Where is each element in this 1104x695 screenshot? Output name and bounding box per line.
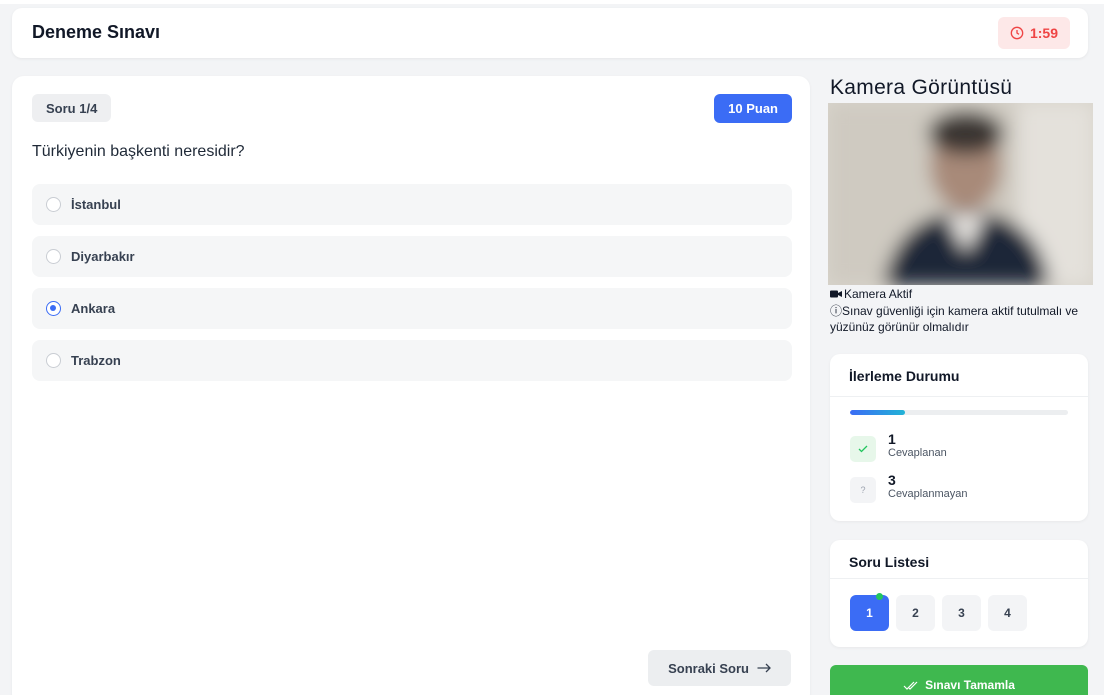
question-button-3[interactable]: 3: [942, 595, 981, 631]
option-label: İstanbul: [71, 197, 121, 212]
question-number: 3: [958, 606, 965, 620]
radio-button[interactable]: [46, 353, 61, 368]
finish-exam-label: Sınavı Tamamla: [925, 678, 1015, 692]
divider: [830, 396, 1088, 397]
unanswered-count: 3: [888, 472, 896, 488]
option-label: Diyarbakır: [71, 249, 135, 264]
camera-title: Kamera Görüntüsü: [830, 76, 1013, 99]
progress-card: İlerleme Durumu 1 Cevaplanan ? 3 Cevapla…: [830, 354, 1088, 521]
option-label: Ankara: [71, 301, 116, 316]
answered-stat: 1 Cevaplanan: [850, 432, 947, 462]
answer-option-1[interactable]: İstanbul: [32, 184, 792, 225]
camera-feed: [828, 103, 1093, 285]
question-card: Soru 1/4 10 Puan Türkiyenin başkenti ner…: [12, 76, 810, 695]
question-text: Türkiyenin başkenti neresidir?: [32, 143, 245, 160]
question-number: 4: [1004, 606, 1011, 620]
question-button-4[interactable]: 4: [988, 595, 1027, 631]
answered-dot: [876, 593, 883, 600]
question-mark-icon: ?: [850, 477, 876, 503]
radio-button[interactable]: [46, 249, 61, 264]
question-number: 2: [912, 606, 919, 620]
points-badge: 10 Puan: [714, 94, 792, 123]
camera-feed-image: [828, 103, 1093, 285]
answer-options: İstanbul Diyarbakır Ankara Trabzon: [32, 184, 792, 392]
arrow-right-icon: [757, 663, 771, 673]
answered-label: Cevaplanan: [888, 447, 947, 459]
question-list-card: Soru Listesi 1 2 3 4: [830, 540, 1088, 647]
progress-bar-fill: [850, 410, 905, 415]
answered-count: 1: [888, 431, 896, 447]
progress-bar: [850, 410, 1068, 415]
camera-status-label: Kamera Aktif: [844, 287, 913, 301]
next-question-label: Sonraki Soru: [668, 660, 749, 676]
question-button-1[interactable]: 1: [850, 593, 889, 631]
option-label: Trabzon: [71, 353, 121, 368]
timer-value: 1:59: [1029, 25, 1058, 41]
radio-button[interactable]: [46, 197, 61, 212]
answer-option-3[interactable]: Ankara: [32, 288, 792, 329]
timer-badge: 1:59: [997, 17, 1070, 49]
progress-title: İlerleme Durumu: [849, 368, 960, 384]
question-list: 1 2 3 4: [850, 593, 1027, 631]
unanswered-stat: ? 3 Cevaplanmayan: [850, 473, 968, 503]
divider: [830, 578, 1088, 579]
clock-icon: [1010, 26, 1024, 40]
double-check-icon: [903, 681, 918, 690]
check-icon: [850, 436, 876, 462]
finish-exam-button[interactable]: Sınavı Tamamla: [830, 665, 1088, 695]
exam-title: Deneme Sınavı: [32, 22, 161, 42]
question-list-title: Soru Listesi: [849, 554, 930, 570]
answer-option-2[interactable]: Diyarbakır: [32, 236, 792, 277]
exam-header: Deneme Sınavı 1:59: [12, 8, 1088, 58]
camera-status: Kamera Aktif: [830, 287, 912, 301]
unanswered-label: Cevaplanmayan: [888, 488, 968, 500]
question-button-2[interactable]: 2: [896, 595, 935, 631]
radio-button-selected[interactable]: [46, 301, 61, 316]
answer-option-4[interactable]: Trabzon: [32, 340, 792, 381]
question-number: 1: [866, 606, 873, 620]
next-question-button[interactable]: Sonraki Soru: [648, 650, 791, 686]
camera-note: ⓘSınav güvenliği için kamera aktif tutul…: [830, 304, 1079, 334]
top-strip: [0, 0, 1104, 4]
camera-icon: [830, 290, 842, 298]
question-counter: Soru 1/4: [32, 94, 112, 122]
